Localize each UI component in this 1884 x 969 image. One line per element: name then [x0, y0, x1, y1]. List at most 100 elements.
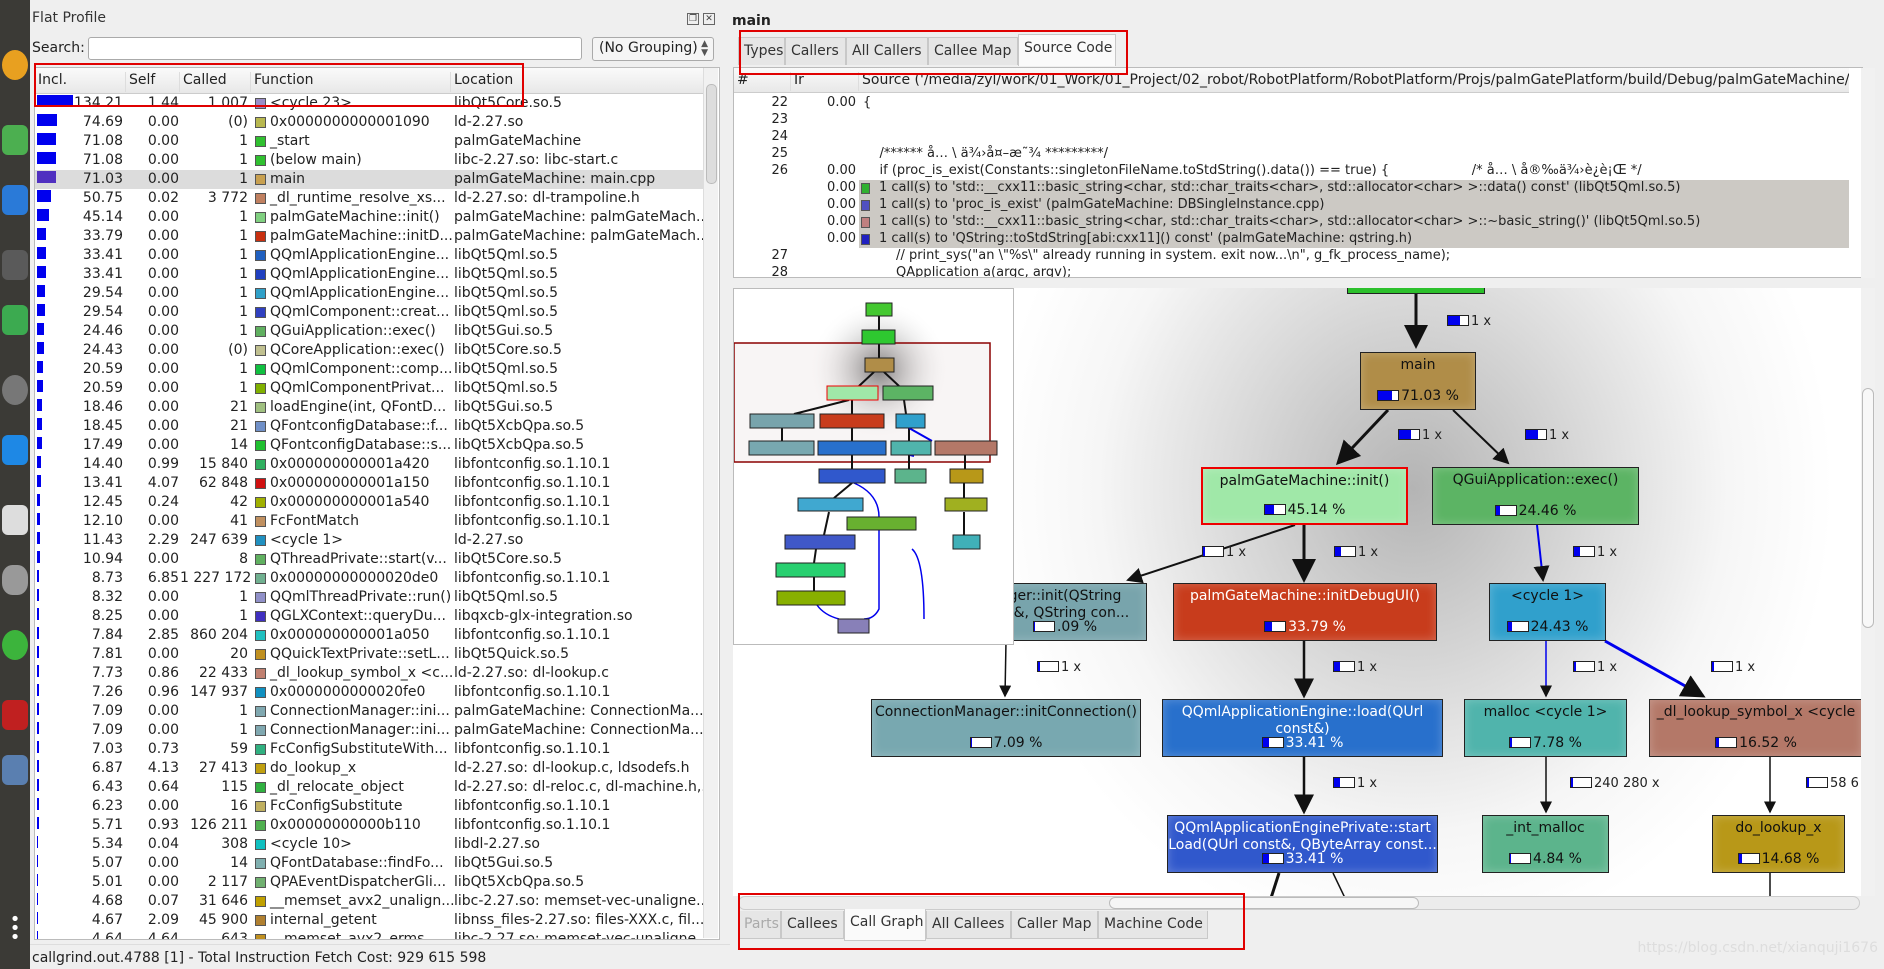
table-row[interactable]: 24.43 0.00 (0) QCoreApplication::exec() libQ…: [35, 341, 705, 360]
table-row[interactable]: 7.03 0.73 59 FcConfigSubstituteWith... libfo…: [35, 740, 705, 759]
call-graph-vscrollbar[interactable]: [1861, 288, 1875, 896]
table-row[interactable]: 11.43 2.29 247 639 <cycle 1> ld-2.27.so: [35, 531, 705, 550]
tab-source-code[interactable]: Source Code: [1018, 34, 1116, 66]
column-header-self[interactable]: Self: [126, 72, 180, 92]
call-graph-node[interactable]: palmGateMachine::initDebugUI() 33.79 %: [1173, 583, 1437, 641]
kcachegrind-icon[interactable]: [2, 755, 28, 785]
call-graph-node[interactable]: QQmlApplicationEnginePrivate::start Load…: [1167, 815, 1438, 873]
flat-profile-scrollbar[interactable]: [703, 68, 718, 938]
table-row[interactable]: 7.73 0.86 22 433 _dl_lookup_symbol_x <c... l…: [35, 664, 705, 683]
column-header-location[interactable]: Location: [451, 72, 705, 92]
update-icon[interactable]: [2, 375, 28, 405]
call-graph-node[interactable]: ConnectionManager::initConnection() 7.09 …: [871, 699, 1141, 757]
table-row[interactable]: 24.46 0.00 1 QGuiApplication::exec() libQt5G…: [35, 322, 705, 341]
table-row[interactable]: 5.34 0.04 308 <cycle 10> libdl-2.27.so: [35, 835, 705, 854]
tab-call-graph[interactable]: Call Graph: [844, 909, 926, 941]
table-row[interactable]: 8.73 6.85 1 227 172 0x00000000000020de0 libf…: [35, 569, 705, 588]
sheets-icon[interactable]: [2, 305, 28, 335]
call-graph-node[interactable]: _dl_lookup_symbol_x <cycle 16.52 %: [1649, 699, 1863, 757]
source-line[interactable]: 23: [734, 112, 1849, 129]
table-row[interactable]: 6.87 4.13 27 413 do_lookup_x ld-2.27.so: dl-…: [35, 759, 705, 778]
column-header-line[interactable]: #: [734, 72, 791, 91]
source-line[interactable]: 25 /****** å… \ ä¾›å¤–æ˜¾ *********/: [734, 146, 1849, 163]
table-row[interactable]: 7.09 0.00 1 ConnectionManager::ini... palmGa…: [35, 721, 705, 740]
call-graph-node[interactable]: malloc <cycle 1> 7.78 %: [1464, 699, 1627, 757]
table-row[interactable]: 7.09 0.00 1 ConnectionManager::ini... palmGa…: [35, 702, 705, 721]
app-icon[interactable]: [2, 125, 28, 155]
table-row[interactable]: 33.41 0.00 1 QQmlApplicationEngine... libQt5…: [35, 246, 705, 265]
table-row[interactable]: 13.41 4.07 62 848 0x000000000001a150 libfont…: [35, 474, 705, 493]
table-row[interactable]: 4.68 0.07 31 646 __memset_avx2_unalign... li…: [35, 892, 710, 911]
tab-callees[interactable]: Callees: [781, 911, 844, 939]
call-graph-node-start[interactable]: [1347, 288, 1485, 294]
table-row[interactable]: 50.75 0.02 3 772 _dl_runtime_resolve_xs... l…: [35, 189, 705, 208]
table-row[interactable]: 33.41 0.00 1 QQmlApplicationEngine... libQt5…: [35, 265, 705, 284]
app-icon[interactable]: [2, 250, 28, 280]
table-row[interactable]: 8.25 0.00 1 QGLXContext::queryDu... libqxcb-…: [35, 607, 705, 626]
app-icon[interactable]: [2, 700, 28, 730]
call-line[interactable]: 0.00 1 call(s) to 'std::__cxx11::basic_st…: [734, 180, 1849, 197]
scrollbar-thumb[interactable]: [1862, 388, 1874, 628]
scrollbar-thumb[interactable]: [706, 84, 717, 184]
table-row[interactable]: 5.01 0.00 2 117 QPAEventDispatcherGli... lib…: [35, 873, 705, 892]
table-row[interactable]: 14.40 0.99 15 840 0x000000000001a420 libfont…: [35, 455, 705, 474]
tab-parts[interactable]: Parts: [738, 911, 781, 939]
call-graph-node[interactable]: do_lookup_x 14.68 %: [1712, 815, 1845, 873]
tab-callers[interactable]: Callers: [785, 37, 846, 65]
source-line[interactable]: 28 QApplication a(argc, argv);: [734, 265, 1849, 277]
vscode-icon[interactable]: [2, 435, 28, 465]
column-header-ir[interactable]: Ir: [791, 72, 859, 91]
call-graph-node[interactable]: QGuiApplication::exec() 24.46 %: [1432, 467, 1639, 525]
table-row[interactable]: 7.81 0.00 20 QQuickTextPrivate::setL... libQ…: [35, 645, 705, 664]
table-row[interactable]: 17.49 0.00 14 QFontconfigDatabase::s... libQ…: [35, 436, 705, 455]
column-header-incl[interactable]: Incl.: [35, 72, 126, 92]
search-input[interactable]: [88, 37, 582, 60]
table-row[interactable]: 71.08 0.00 1 _start palmGateMachine: [35, 132, 705, 151]
table-row[interactable]: 12.10 0.00 41 FcFontMatch libfontconfig.so.1…: [35, 512, 705, 531]
tab-caller-map[interactable]: Caller Map: [1011, 911, 1098, 939]
call-graph-node[interactable]: palmGateMachine::init() 45.14 %: [1201, 467, 1408, 525]
float-icon[interactable]: ❐: [687, 13, 699, 25]
call-graph-hscrollbar[interactable]: [738, 896, 1860, 910]
table-row[interactable]: 20.59 0.00 1 QQmlComponentPrivat... libQt5Qm…: [35, 379, 705, 398]
table-row[interactable]: 5.07 0.00 14 QFontDatabase::findFo... libQt5…: [35, 854, 705, 873]
table-row[interactable]: 134.21 1.44 1 007 <cycle 23> libQt5Core.so.5: [35, 94, 705, 113]
chrome-icon[interactable]: [2, 50, 28, 80]
table-row[interactable]: 74.69 0.00 (0) 0x0000000000001090 ld-2.27.so: [35, 113, 705, 132]
table-row[interactable]: 4.67 2.09 45 900 internal_getent libnss_file…: [35, 911, 705, 930]
column-header-source[interactable]: Source ('/media/zyl/work/01_Work/01_Proj…: [859, 72, 1849, 91]
tab-machine-code[interactable]: Machine Code: [1098, 911, 1208, 939]
table-row[interactable]: 71.03 0.00 1 main palmGateMachine: main.cpp: [35, 170, 705, 189]
tab-all-callees[interactable]: All Callees: [926, 911, 1011, 939]
call-graph-node[interactable]: _int_malloc 4.84 %: [1482, 815, 1609, 873]
table-row[interactable]: 29.54 0.00 1 QQmlComponent::creat... libQt5Q…: [35, 303, 705, 322]
table-row[interactable]: 71.08 0.00 1 (below main) libc-2.27.so: libc…: [35, 151, 705, 170]
source-line[interactable]: 22 0.00 {: [734, 95, 1849, 112]
source-line[interactable]: 24: [734, 129, 1849, 146]
app-icon[interactable]: [2, 630, 28, 660]
table-row[interactable]: 12.45 0.24 42 0x000000000001a540 libfontconf…: [35, 493, 705, 512]
table-row[interactable]: 4.64 4.64 643 __memset_avx2_erms libc-2.27.s…: [35, 930, 710, 939]
table-row[interactable]: 7.26 0.96 147 937 0x0000000000020fe0 libfont…: [35, 683, 705, 702]
table-row[interactable]: 20.59 0.00 1 QQmlComponent::comp... libQt5Qm…: [35, 360, 705, 379]
table-row[interactable]: 10.94 0.00 8 QThreadPrivate::start(v... libQ…: [35, 550, 705, 569]
scrollbar-thumb[interactable]: [1109, 897, 1419, 909]
call-line[interactable]: 0.00 1 call(s) to 'proc_is_exist' (palmGa…: [734, 197, 1849, 214]
grouping-select[interactable]: (No Grouping) ▲ ▼: [592, 37, 714, 61]
table-row[interactable]: 5.71 0.93 126 211 0x00000000000b110 libfontc…: [35, 816, 705, 835]
source-line[interactable]: 27 // print_sys("an \"%s\" already runni…: [734, 248, 1849, 265]
table-row[interactable]: 18.45 0.00 21 QFontconfigDatabase::f... libQ…: [35, 417, 705, 436]
table-row[interactable]: 33.79 0.00 1 palmGateMachine::initD... palmG…: [35, 227, 709, 246]
table-row[interactable]: 29.54 0.00 1 QQmlApplicationEngine... libQt5…: [35, 284, 705, 303]
call-line[interactable]: 0.00 1 call(s) to 'QString::toStdString[a…: [734, 231, 1849, 248]
show-apps-icon[interactable]: • • •: [2, 911, 28, 947]
call-line[interactable]: 0.00 1 call(s) to 'std::__cxx11::basic_st…: [734, 214, 1849, 231]
call-graph-minimap[interactable]: [733, 288, 1014, 645]
source-scrollbar[interactable]: [1861, 68, 1875, 278]
close-icon[interactable]: ✕: [703, 13, 715, 25]
column-header-function[interactable]: Function: [251, 72, 451, 92]
table-row[interactable]: 6.23 0.00 16 FcConfigSubstitute libfontconfi…: [35, 797, 705, 816]
call-graph-node[interactable]: <cycle 1> 24.43 %: [1489, 583, 1606, 641]
source-line[interactable]: 26 0.00 if (proc_is_exist(Constants::sing…: [734, 163, 1849, 180]
docs-icon[interactable]: [2, 185, 28, 215]
